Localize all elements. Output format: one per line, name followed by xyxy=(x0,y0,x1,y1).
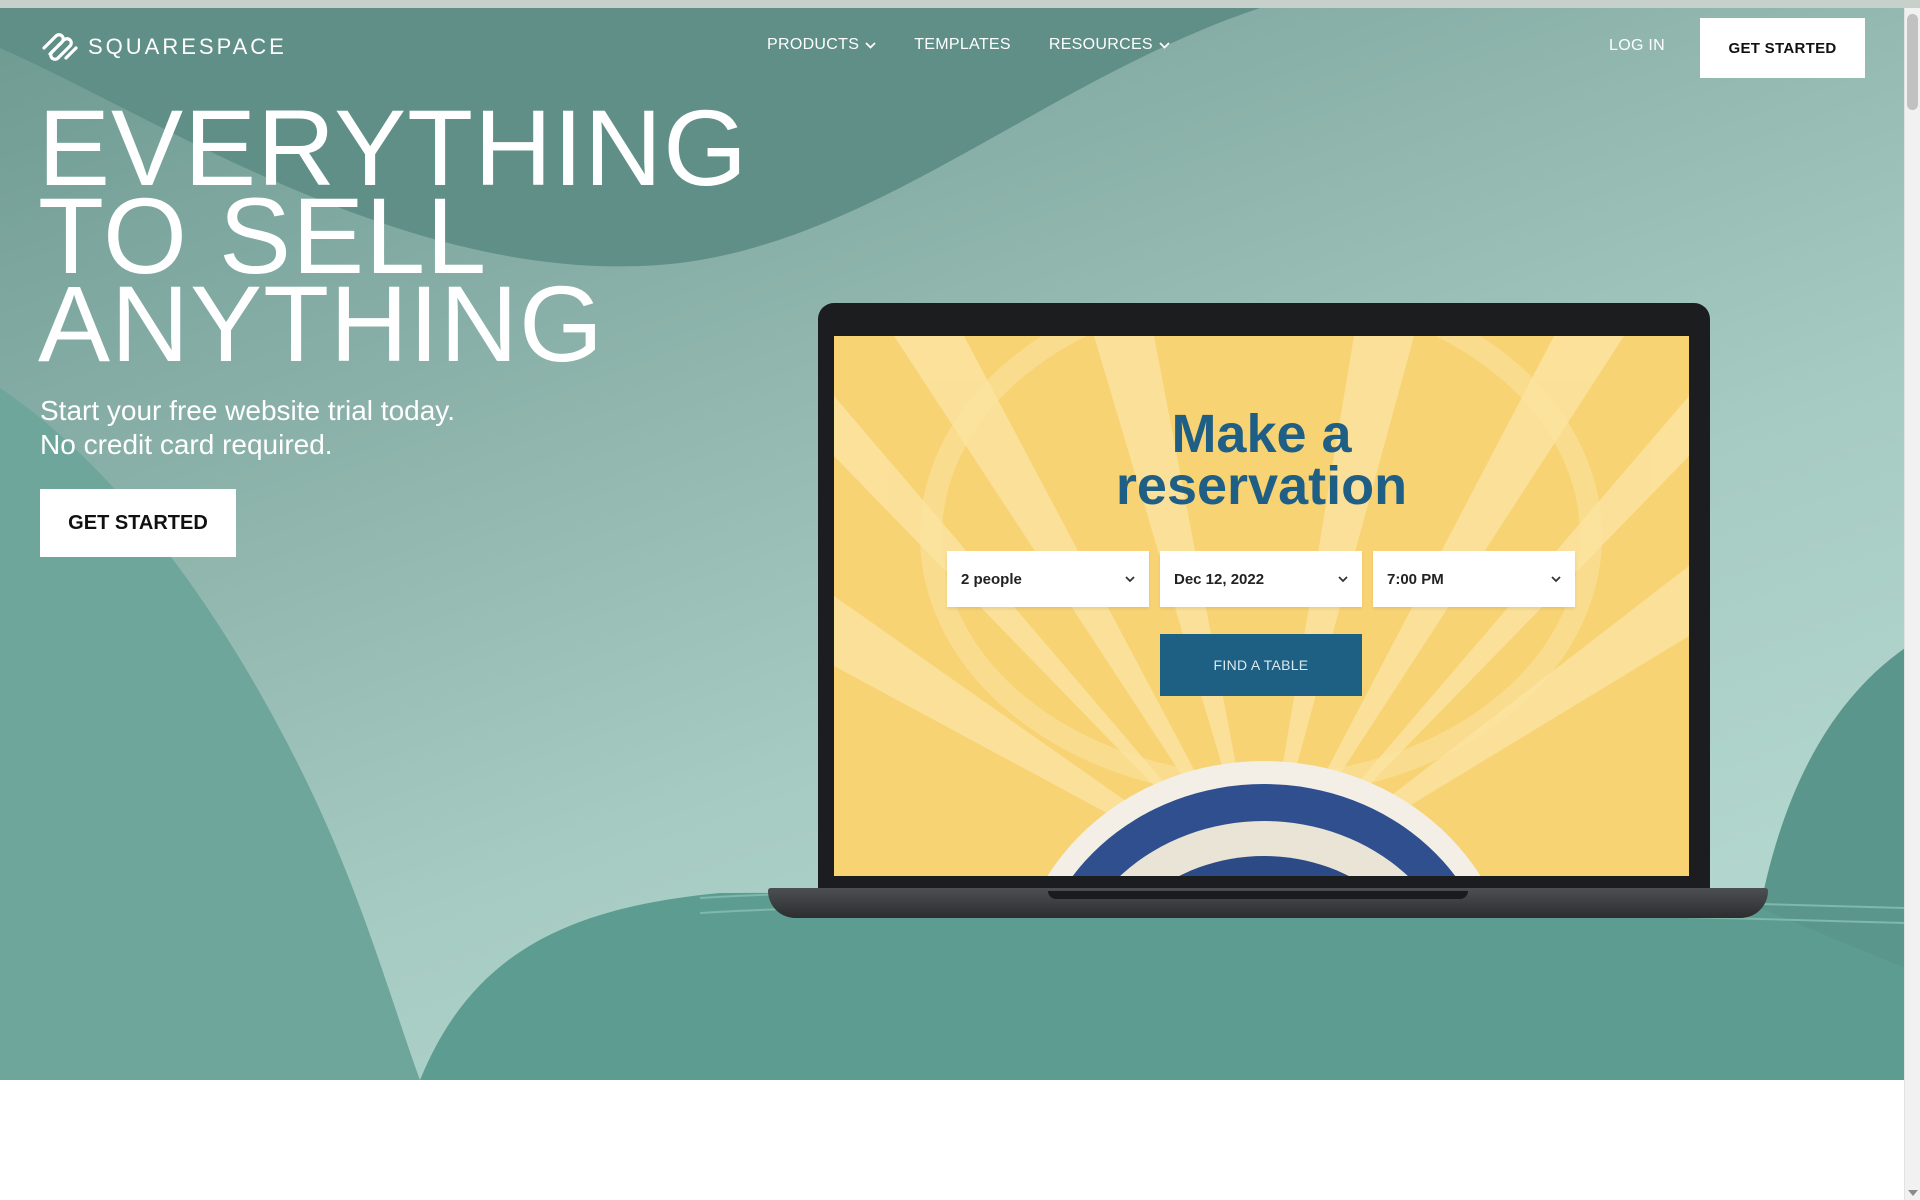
nav-item-products[interactable]: PRODUCTS xyxy=(767,36,876,54)
get-started-nav-button[interactable]: GET STARTED xyxy=(1700,18,1865,78)
time-select[interactable]: 7:00 PM xyxy=(1373,551,1575,607)
chevron-down-icon xyxy=(1159,41,1170,49)
hero-subline: Start your free website trial today. No … xyxy=(40,394,455,462)
hero-subline-line-1: Start your free website trial today. xyxy=(40,395,455,426)
chevron-down-icon xyxy=(865,41,876,49)
laptop-mockup: Make a reservation 2 people Dec 12, 2022… xyxy=(768,303,1768,953)
reservation-title: Make a reservation xyxy=(834,404,1689,516)
scroll-down-arrow-icon[interactable] xyxy=(1908,1190,1918,1196)
reservation-title-line-2: reservation xyxy=(1115,456,1408,516)
date-select[interactable]: Dec 12, 2022 xyxy=(1160,551,1362,607)
hero-headline-line-3: ANYTHING xyxy=(38,263,605,384)
squarespace-logo[interactable]: SQUARESPACE xyxy=(40,31,287,63)
nav-item-products-label: PRODUCTS xyxy=(767,36,860,53)
chevron-down-icon xyxy=(1551,575,1561,582)
noodle-bowl-image xyxy=(1047,761,1481,876)
nav-item-templates[interactable]: TEMPLATES xyxy=(914,36,1011,54)
main-nav: PRODUCTS TEMPLATES RESOURCES xyxy=(767,36,1170,54)
laptop-base-notch xyxy=(1048,891,1468,899)
get-started-hero-button[interactable]: GET STARTED xyxy=(40,489,236,557)
nav-item-templates-label: TEMPLATES xyxy=(914,36,1011,53)
login-link[interactable]: LOG IN xyxy=(1609,37,1665,55)
reservation-title-line-1: Make a xyxy=(1171,404,1352,464)
laptop-screen: Make a reservation 2 people Dec 12, 2022… xyxy=(834,336,1689,876)
chevron-down-icon xyxy=(1338,575,1348,582)
squarespace-logo-icon xyxy=(42,33,78,61)
party-size-select[interactable]: 2 people xyxy=(947,551,1149,607)
date-value: Dec 12, 2022 xyxy=(1174,570,1265,588)
nav-item-resources[interactable]: RESOURCES xyxy=(1049,36,1170,54)
find-a-table-button[interactable]: FIND A TABLE xyxy=(1160,634,1362,696)
browser-top-strip xyxy=(0,0,1920,8)
hero-section: SQUARESPACE PRODUCTS TEMPLATES RESOURCES… xyxy=(0,8,1905,1080)
party-size-value: 2 people xyxy=(961,570,1022,588)
logo-wordmark: SQUARESPACE xyxy=(88,34,287,59)
time-value: 7:00 PM xyxy=(1387,570,1444,588)
below-hero-section xyxy=(0,1080,1905,1200)
page-scrollbar[interactable] xyxy=(1904,8,1920,1200)
chevron-down-icon xyxy=(1125,575,1135,582)
hero-headline: EVERYTHING TO SELL ANYTHING xyxy=(38,94,748,384)
scrollbar-thumb[interactable] xyxy=(1907,14,1918,110)
hero-subline-line-2: No credit card required. xyxy=(40,429,333,460)
nav-item-resources-label: RESOURCES xyxy=(1048,36,1153,53)
